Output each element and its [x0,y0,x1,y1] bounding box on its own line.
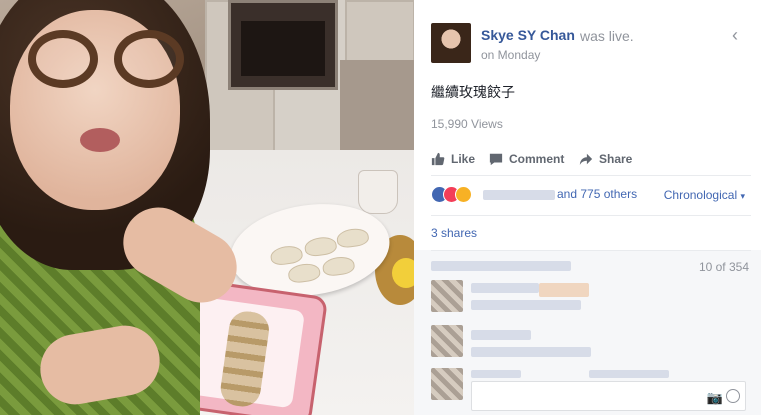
lemon [392,258,414,288]
rose-dumplings [218,309,272,409]
haha-reaction-icon[interactable] [455,186,472,203]
like-button[interactable]: Like [431,152,475,166]
post-header: Skye SY Chan was live. on Monday ‹ [414,0,761,75]
blurred-text [539,283,589,297]
commenter-avatar[interactable] [431,368,463,400]
oven [228,0,338,90]
mug [358,170,398,214]
reaction-others[interactable]: and 775 others [557,187,637,201]
commenter-avatar[interactable] [431,280,463,312]
action-bar: Like Comment Share [431,146,751,176]
blurred-text [471,283,539,293]
commenter-avatar[interactable] [431,325,463,357]
chevron-left-icon[interactable]: ‹ [732,26,738,44]
camera-icon[interactable]: 📷 [707,390,723,406]
blurred-text [471,300,581,310]
speech-bubble-icon [489,153,503,166]
glasses [114,30,184,88]
divider [431,250,751,251]
mouth [80,128,120,152]
smiley-icon[interactable] [726,389,740,403]
comment-button[interactable]: Comment [489,152,564,166]
comment-label: Comment [509,152,565,166]
live-video[interactable] [0,0,414,415]
glasses [28,30,98,88]
chevron-down-icon: ▾ [740,191,745,201]
blurred-text [471,330,531,340]
person-face [10,10,184,210]
blurred-text [471,347,591,357]
author-avatar[interactable] [431,23,471,63]
comments-section: 10 of 354 📷 [414,250,761,415]
blurred-text [589,370,669,378]
post-time[interactable]: on Monday [481,48,540,62]
blurred-names [483,190,555,200]
author-name[interactable]: Skye SY Chan [481,27,575,43]
comment-count[interactable]: 10 of 354 [699,260,749,274]
shares-count[interactable]: 3 shares [431,226,477,240]
view-count: 15,990 Views [431,117,503,131]
share-arrow-icon [579,153,593,166]
live-status: was live. [580,28,634,44]
reactions-row: and 775 others Chronological ▾ [431,185,751,210]
blurred-text [471,370,521,378]
thumbs-up-icon [431,152,445,166]
like-label: Like [451,152,476,166]
post-caption: 繼續玫瑰餃子 [431,84,515,100]
share-label: Share [599,152,633,166]
sort-dropdown[interactable]: Chronological ▾ [664,188,745,202]
comment-input[interactable]: 📷 [471,381,746,411]
share-button[interactable]: Share [579,152,632,166]
blurred-text [431,261,571,271]
post-panel: Skye SY Chan was live. on Monday ‹ 繼續玫瑰餃… [414,0,761,415]
divider [431,215,751,216]
